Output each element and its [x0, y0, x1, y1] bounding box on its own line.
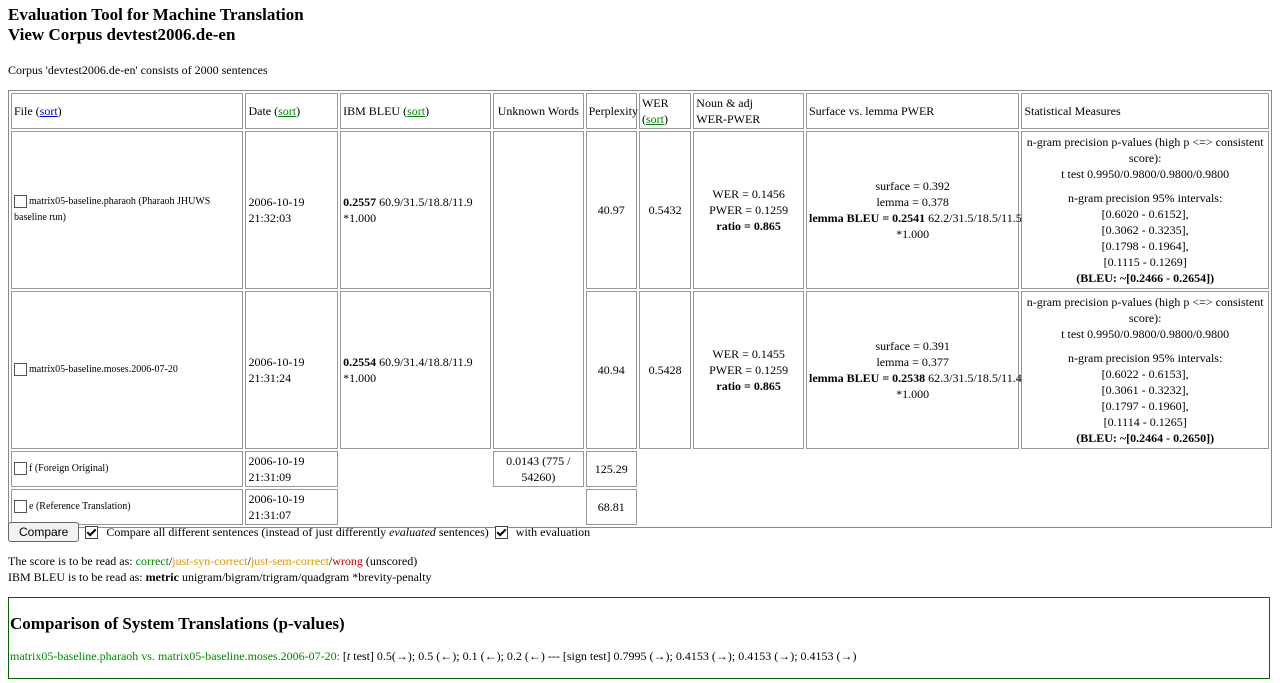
- corpus-summary: Corpus 'devtest2006.de-en' consists of 2…: [8, 63, 268, 77]
- date-cell: 2006-10-19 21:31:24: [245, 291, 339, 449]
- header-stat: Statistical Measures: [1021, 93, 1269, 129]
- header-wer: WER (sort): [638, 93, 692, 129]
- bleu-legend: IBM BLEU is to be read as: metric unigra…: [8, 570, 432, 584]
- table-row: f (Foreign Original) 2006-10-19 21:31:09 …: [11, 451, 1269, 487]
- header-surface: Surface vs. lemma PWER: [805, 93, 1020, 129]
- select-checkbox[interactable]: [14, 500, 27, 514]
- select-checkbox[interactable]: [14, 363, 27, 377]
- page-title: Evaluation Tool for Machine Translation: [8, 5, 304, 24]
- perplexity-cell: 125.29: [585, 451, 637, 487]
- with-evaluation-label: with evaluation: [515, 524, 591, 539]
- header-perplexity: Perplexity: [585, 93, 638, 129]
- noun-adj-cell: WER = 0.1455 PWER = 0.1259 ratio = 0.865: [693, 291, 804, 449]
- header-noun-adj: Noun & adj WER-PWER: [693, 93, 804, 129]
- bleu-cell: 0.2557 60.9/31.5/18.8/11.9 *1.000: [340, 131, 492, 289]
- compare-all-checkbox[interactable]: [85, 525, 99, 539]
- sort-date-link[interactable]: sort: [278, 104, 296, 118]
- noun-adj-cell: WER = 0.1456 PWER = 0.1259 ratio = 0.865: [693, 131, 804, 289]
- table-row: matrix05-baseline.moses.2006-07-20 2006-…: [11, 291, 1269, 449]
- date-cell: 2006-10-19 21:32:03: [245, 131, 339, 289]
- file-cell: f (Foreign Original): [11, 451, 244, 487]
- select-checkbox[interactable]: [14, 195, 27, 209]
- comparison-pair: matrix05-baseline.pharaoh vs. matrix05-b…: [10, 649, 340, 663]
- compare-controls: Compare Compare all different sentences …: [8, 522, 590, 542]
- table-header-row: File (sort) Date (sort) IBM BLEU (sort) …: [11, 93, 1269, 129]
- page-heading: Evaluation Tool for Machine Translation …: [8, 5, 304, 45]
- header-unknown: Unknown Words: [493, 93, 584, 129]
- unknown-cell: 0.0143 (775 / 54260): [493, 451, 584, 487]
- corpus-table: File (sort) Date (sort) IBM BLEU (sort) …: [8, 90, 1272, 528]
- page-subtitle: View Corpus devtest2006.de-en: [8, 25, 236, 44]
- table-row: matrix05-baseline.pharaoh (Pharaoh JHUWS…: [11, 131, 1269, 449]
- file-cell: matrix05-baseline.moses.2006-07-20: [11, 291, 244, 449]
- score-legend: The score is to be read as: correct/just…: [8, 554, 418, 568]
- header-bleu: IBM BLEU (sort): [340, 93, 492, 129]
- select-checkbox[interactable]: [14, 462, 27, 476]
- stat-cell: n-gram precision p-values (high p <=> co…: [1021, 131, 1269, 289]
- stat-cell: n-gram precision p-values (high p <=> co…: [1021, 291, 1269, 449]
- perplexity-cell: 68.81: [585, 489, 637, 525]
- header-file: File (sort): [11, 93, 244, 129]
- header-date: Date (sort): [245, 93, 339, 129]
- date-cell: 2006-10-19 21:31:07: [245, 489, 339, 525]
- file-cell: matrix05-baseline.pharaoh (Pharaoh JHUWS…: [11, 131, 244, 289]
- compare-button[interactable]: Compare: [8, 522, 80, 542]
- comparison-title: Comparison of System Translations (p-val…: [10, 614, 345, 633]
- wer-cell: 0.5428: [638, 291, 692, 449]
- date-cell: 2006-10-19 21:31:09: [245, 451, 339, 487]
- surface-cell: surface = 0.391 lemma = 0.377 lemma BLEU =…: [805, 291, 1022, 449]
- comparison-panel: Comparison of System Translations (p-val…: [8, 597, 1270, 679]
- unknown-cell: [493, 131, 584, 449]
- sort-file-link[interactable]: sort: [40, 104, 58, 118]
- bleu-cell: 0.2554 60.9/31.4/18.8/11.9 *1.000: [340, 291, 492, 449]
- file-cell: e (Reference Translation): [11, 489, 244, 525]
- wer-cell: 0.5432: [638, 131, 692, 289]
- perplexity-cell: 40.97: [585, 131, 637, 289]
- surface-cell: surface = 0.392 lemma = 0.378 lemma BLEU =…: [805, 131, 1022, 289]
- with-evaluation-checkbox[interactable]: [494, 525, 508, 539]
- compare-all-label: Compare all different sentences (instead…: [106, 524, 489, 539]
- comparison-line: matrix05-baseline.pharaoh vs. matrix05-b…: [10, 649, 857, 663]
- sort-wer-link[interactable]: sort: [646, 112, 664, 126]
- sort-bleu-link[interactable]: sort: [407, 104, 425, 118]
- perplexity-cell: 40.94: [585, 291, 637, 449]
- table-row: e (Reference Translation) 2006-10-19 21:3…: [11, 489, 1269, 525]
